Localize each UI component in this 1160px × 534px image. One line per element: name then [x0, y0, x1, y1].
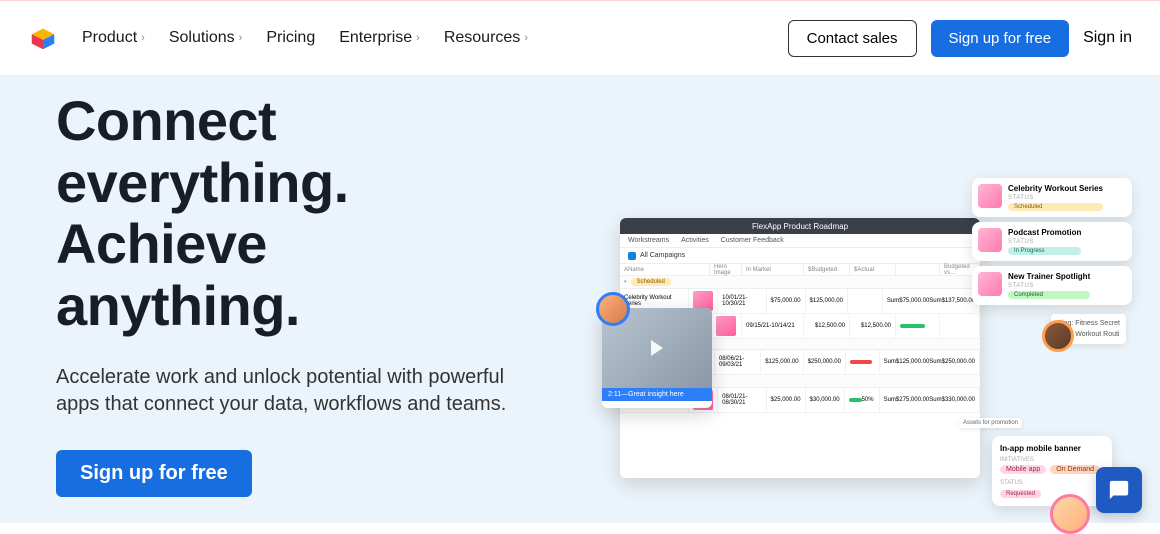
cell-actual: $125,000.00 — [806, 289, 848, 313]
chevron-right-icon: › — [141, 32, 145, 44]
side-card[interactable]: Celebrity Workout Series STATUS Schedule… — [972, 178, 1132, 217]
cell-dates: 09/15/21-10/14/21 — [742, 314, 804, 338]
grid-icon — [628, 252, 636, 260]
col-name[interactable]: A Name — [620, 264, 710, 275]
nav-resources[interactable]: Resources› — [444, 29, 528, 47]
contact-sales-button[interactable]: Contact sales — [788, 20, 917, 57]
nav-enterprise[interactable]: Enterprise› — [339, 29, 420, 47]
signup-button[interactable]: Sign up for free — [931, 20, 1070, 57]
hero: Connect everything. Achieve anything. Ac… — [0, 76, 1160, 523]
cell-extra: Sum $75,000.00 Sum $137,500.00 — [883, 289, 980, 313]
campaigns-label[interactable]: All Campaigns — [640, 252, 685, 259]
cell-extra: Sum $275,000.00 Sum $330,000.00 — [880, 388, 980, 412]
status-badge: Requested — [1000, 490, 1041, 498]
cell-bar — [848, 289, 883, 313]
tab-workstreams[interactable]: Workstreams — [628, 237, 669, 244]
hero-left: Connect everything. Achieve anything. Ac… — [0, 76, 603, 523]
card-title: Celebrity Workout Series — [1008, 184, 1103, 193]
cell-bar — [846, 350, 880, 374]
chat-widget[interactable] — [1096, 467, 1142, 513]
table-head: A Name Hero Image In Market $ Budgeted $… — [620, 264, 980, 276]
signin-link[interactable]: Sign in — [1083, 29, 1132, 47]
hero-illustration: FlexApp Product Roadmap Workstreams Acti… — [590, 158, 1150, 498]
cell-budget: $125,000.00 — [761, 350, 803, 374]
nav-product[interactable]: Product› — [82, 29, 145, 47]
card-thumb — [978, 184, 1002, 208]
app-titlebar: FlexApp Product Roadmap — [620, 218, 980, 234]
cell-budget: $12,500.00 — [804, 314, 850, 338]
card-label: STATUS — [1000, 480, 1104, 486]
status-badge: Scheduled — [1008, 203, 1103, 211]
nav-left: Product› Solutions› Pricing Enterprise› … — [28, 23, 528, 53]
card-label: INITIATIVES — [1000, 457, 1104, 463]
navbar: Product› Solutions› Pricing Enterprise› … — [0, 0, 1160, 76]
pill: Mobile app — [1000, 465, 1046, 474]
avatar — [596, 292, 630, 326]
side-card[interactable]: New Trainer Spotlight STATUS Completed — [972, 266, 1132, 305]
card-title: In-app mobile banner — [1000, 444, 1104, 453]
cell-thumb — [710, 314, 742, 338]
card-status-label: STATUS — [1008, 283, 1090, 289]
tab-feedback[interactable]: Customer Feedback — [721, 237, 784, 244]
cell-actual: $250,000.00 — [804, 350, 846, 374]
nav-right: Contact sales Sign up for free Sign in — [788, 20, 1132, 57]
chat-icon — [1108, 479, 1130, 501]
video-caption: 2:11—Great insight here — [602, 388, 712, 401]
col-budget[interactable]: $ Budgeted — [804, 264, 850, 275]
nav-pricing[interactable]: Pricing — [266, 29, 315, 47]
avatar — [1050, 494, 1090, 534]
card-title: New Trainer Spotlight — [1008, 272, 1090, 281]
tab-activities[interactable]: Activities — [681, 237, 709, 244]
avatar — [1042, 320, 1074, 352]
col-hero[interactable]: Hero Image — [710, 264, 742, 275]
bottom-card[interactable]: In-app mobile banner INITIATIVES Mobile … — [992, 436, 1112, 506]
section-header[interactable]: ▾ Scheduled — [620, 276, 980, 289]
status-badge: Completed — [1008, 291, 1090, 299]
card-thumb — [978, 228, 1002, 252]
col-market[interactable]: In Market — [742, 264, 804, 275]
nav-solutions[interactable]: Solutions› — [169, 29, 243, 47]
col-actual[interactable]: $ Actual — [850, 264, 896, 275]
cell-budget: $25,000.00 — [767, 388, 806, 412]
cell-dates: 08/06/21-09/03/21 — [715, 350, 761, 374]
card-thumb — [978, 272, 1002, 296]
pill: On Demand — [1050, 465, 1100, 474]
status-badge: Scheduled — [631, 278, 671, 286]
cell-extra — [940, 314, 980, 338]
nav-links: Product› Solutions› Pricing Enterprise› … — [82, 29, 528, 47]
cell-actual: $12,500.00 — [850, 314, 896, 338]
card-status-label: STATUS — [1008, 195, 1103, 201]
side-card[interactable]: Podcast Promotion STATUS In Progress — [972, 222, 1132, 261]
cta-signup-button[interactable]: Sign up for free — [56, 450, 252, 497]
cell-actual: $30,000.00 — [806, 388, 845, 412]
chevron-right-icon: › — [239, 32, 243, 44]
cell-bar: 50% — [845, 388, 880, 412]
cell-budget: $75,000.00 — [767, 289, 806, 313]
col-bar[interactable] — [896, 264, 940, 275]
campaigns-row: All Campaigns — [620, 248, 980, 264]
card-title: Podcast Promotion — [1008, 228, 1081, 237]
cell-dates: 08/01/21-08/30/21 — [718, 388, 766, 412]
chevron-right-icon: › — [416, 32, 420, 44]
play-icon — [651, 340, 663, 356]
cell-bar — [896, 314, 940, 338]
assets-tag: Assets for promotion — [959, 418, 1022, 428]
headline: Connect everything. Achieve anything. — [56, 90, 603, 336]
cell-dates: 10/01/21-10/30/21 — [718, 289, 766, 313]
chevron-right-icon: › — [524, 32, 528, 44]
cell-extra: Sum $125,000.00 Sum $250,000.00 — [880, 350, 980, 374]
app-tabs: Workstreams Activities Customer Feedback — [620, 234, 980, 248]
logo[interactable] — [28, 23, 58, 53]
card-status-label: STATUS — [1008, 239, 1081, 245]
status-badge: In Progress — [1008, 247, 1081, 255]
subhead: Accelerate work and unlock potential wit… — [56, 364, 516, 418]
triangle-down-icon: ▾ — [624, 279, 627, 285]
